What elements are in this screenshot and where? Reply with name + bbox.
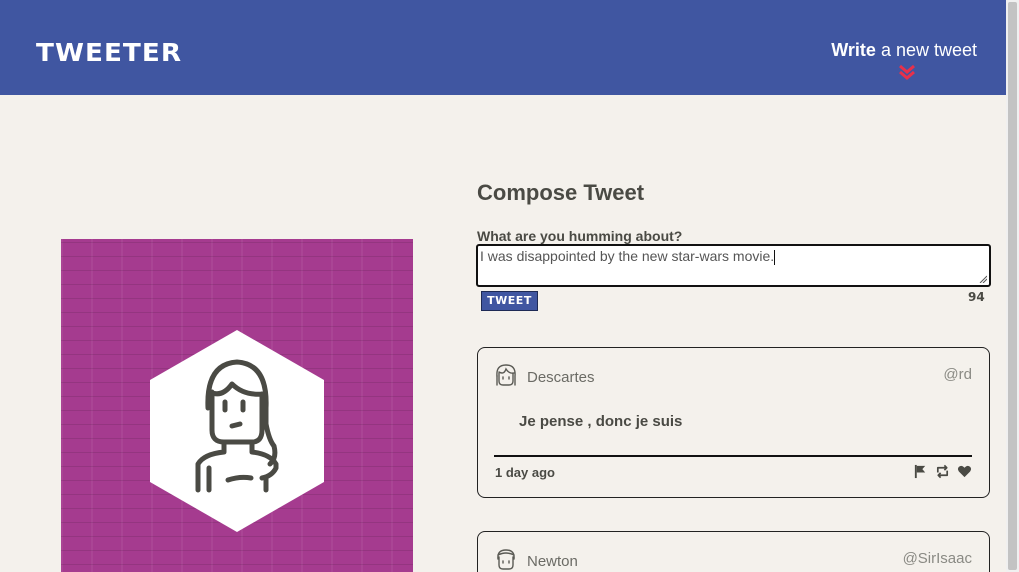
tweet-divider — [494, 455, 972, 457]
resize-handle-icon[interactable] — [979, 275, 987, 283]
write-tweet-link[interactable]: Write a new tweet — [831, 40, 977, 61]
tweet-author-name: Descartes — [527, 369, 595, 386]
write-rest-label: a new tweet — [875, 40, 977, 60]
heart-icon[interactable] — [957, 464, 972, 479]
text-caret — [774, 249, 776, 265]
tweet-author-handle: @rd — [943, 366, 972, 383]
write-bold-label: Write — [831, 40, 876, 60]
top-nav: TWEETER Write a new tweet — [0, 0, 1006, 95]
tweet-timestamp: 1 day ago — [495, 465, 555, 480]
tweet-actions — [913, 464, 972, 479]
user-avatar-icon — [496, 364, 516, 386]
profile-avatar-hexagon — [150, 330, 324, 532]
tweet-author-name: Newton — [527, 553, 578, 570]
tweet-textarea-value: I was disappointed by the new star-wars … — [480, 248, 775, 264]
profile-banner — [61, 239, 413, 572]
character-counter: 94 — [968, 290, 985, 304]
tweet-author-handle: @SirIsaac — [902, 550, 972, 567]
scrollbar-thumb[interactable] — [1008, 2, 1017, 570]
retweet-icon[interactable] — [935, 464, 950, 479]
compose-title: Compose Tweet — [477, 180, 645, 205]
user-avatar-icon — [497, 549, 515, 570]
tweet-card: Descartes @rd Je pense , donc je suis 1 … — [477, 347, 990, 498]
tweet-card: Newton @SirIsaac — [477, 531, 990, 572]
double-chevron-down-icon[interactable] — [898, 63, 916, 81]
flag-icon[interactable] — [913, 464, 928, 479]
brand-logo[interactable]: TWEETER — [36, 38, 182, 67]
tweet-textarea[interactable]: I was disappointed by the new star-wars … — [476, 244, 991, 287]
tweet-text: Je pense , donc je suis — [519, 413, 683, 430]
compose-label: What are you humming about? — [477, 228, 683, 244]
tweet-submit-button[interactable]: TWEET — [481, 291, 538, 311]
